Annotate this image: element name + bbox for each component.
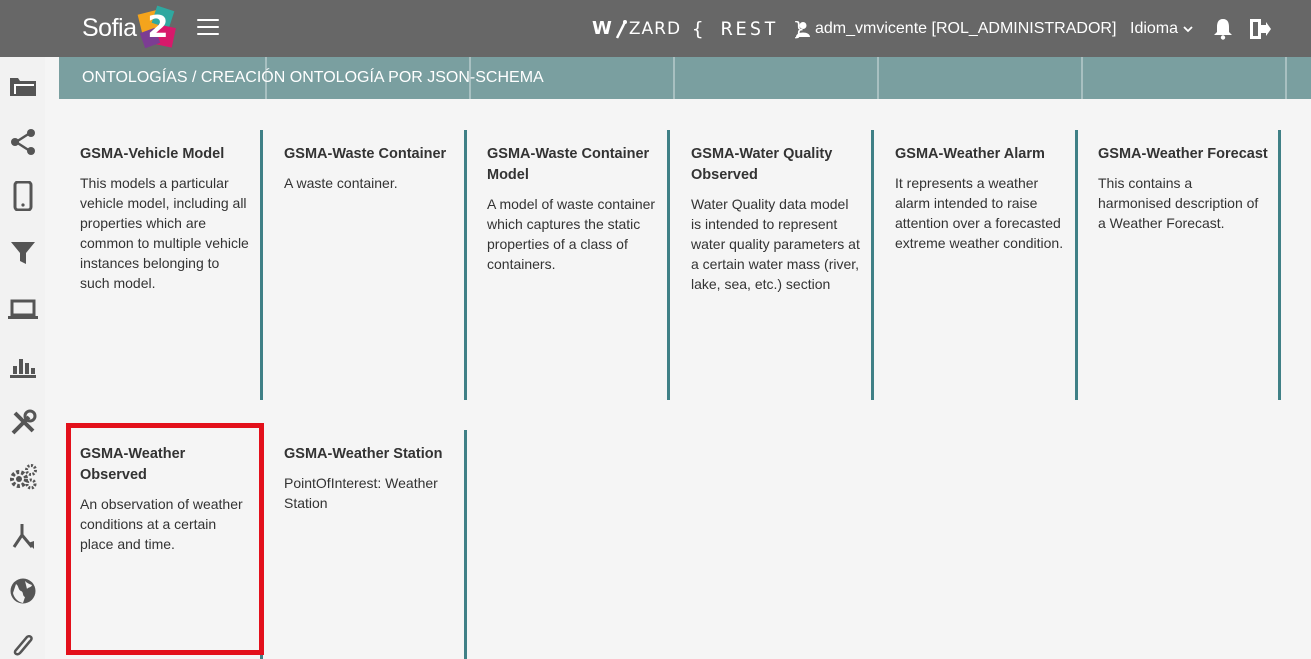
sidebar-item-settings[interactable] [8,462,38,492]
ontology-card[interactable]: GSMA-Water Quality Observed Water Qualit… [670,130,874,400]
card-description: PointOfInterest: Weather Station [284,475,438,511]
sidebar-item-charts[interactable] [8,351,38,381]
paperclip-icon [13,634,33,656]
card-title: GSMA-Vehicle Model [80,146,225,162]
card-description: This models a particular vehicle model, … [80,175,249,291]
sofia2-logo[interactable]: Sofia 2 [82,5,177,49]
wizard-link[interactable]: W ZARD [592,0,681,57]
sidebar-item-branch[interactable] [8,520,38,550]
share-icon [11,129,35,155]
sidebar [0,57,45,659]
sidebar-item-globe[interactable] [8,576,38,606]
card-title: GSMA-Weather Forecast [1098,146,1268,162]
header-divider [1285,57,1287,99]
header-divider [265,57,267,99]
ontology-card[interactable]: GSMA-Weather Alarm It represents a weath… [874,130,1078,400]
laptop-icon [8,299,38,319]
card-description: Water Quality data model is intended to … [691,196,860,292]
ontology-card[interactable]: GSMA-Waste Container A waste container. [263,130,467,400]
card-divider [1278,130,1281,400]
header-divider [469,57,471,99]
ontology-template-grid: GSMA-Vehicle Model This models a particu… [59,99,1311,659]
wand-icon [615,19,627,39]
logo-number: 2 [147,10,169,45]
card-divider [464,430,467,659]
sidebar-item-laptop[interactable] [8,295,38,325]
notifications-bell-icon[interactable] [1211,0,1235,57]
ontology-card[interactable]: GSMA-Waste Container Model A model of wa… [466,130,670,400]
logo-text: Sofia [82,13,137,42]
ontology-card[interactable]: GSMA-Vehicle Model This models a particu… [59,130,263,400]
ontology-card[interactable]: GSMA-Weather Station PointOfInterest: We… [263,430,467,659]
chevron-down-icon [1183,25,1193,32]
sidebar-item-folder[interactable] [8,71,38,101]
card-description: An observation of weather conditions at … [80,496,243,552]
branch-icon [12,524,34,549]
user-menu[interactable]: adm_vmvicente [ROL_ADMINISTRADOR] [795,0,1116,57]
card-title: GSMA-Waste Container [284,146,447,162]
card-title: GSMA-Weather Alarm [895,146,1045,162]
card-description: A model of waste container which capture… [487,196,656,272]
sidebar-item-mobile[interactable] [8,181,38,211]
sidebar-item-filter[interactable] [8,238,38,268]
ontology-card[interactable]: GSMA-Weather Forecast This contains a ha… [1077,130,1281,400]
card-description: It represents a weather alarm intended t… [895,175,1064,251]
card-description: A waste container. [284,175,398,191]
tools-icon [11,409,37,435]
globe-icon [10,578,36,604]
wizard-suffix: ZARD [628,18,682,39]
menu-toggle-icon[interactable] [197,19,219,37]
card-title: GSMA-Water Quality Observed [691,146,833,183]
card-description: This contains a harmonised description o… [1098,175,1259,231]
page-header: ONTOLOGÍAS / CREACIÓN ONTOLOGÍA POR JSON… [59,57,1311,99]
cogs-icon [10,464,37,490]
rest-link[interactable]: { REST } [692,0,808,57]
mobile-icon [13,181,33,211]
rest-label: { REST } [692,17,808,40]
wizard-prefix: W [592,18,613,39]
card-title: GSMA-Weather Station [284,446,443,462]
filter-icon [11,242,35,264]
user-label: adm_vmvicente [ROL_ADMINISTRADOR] [815,19,1117,37]
user-icon [796,21,810,37]
sidebar-item-attachments[interactable] [8,631,38,659]
top-navbar: Sofia 2 W ZARD { REST } adm_vmvicente [R… [0,0,1311,57]
sidebar-item-share[interactable] [8,127,38,157]
language-dropdown[interactable]: Idioma [1130,0,1194,57]
folder-icon [10,78,36,96]
page-title: ONTOLOGÍAS / CREACIÓN ONTOLOGÍA POR JSON… [82,69,544,86]
sidebar-item-tools[interactable] [8,408,38,438]
card-title: GSMA-Waste Container Model [487,146,650,183]
language-label: Idioma [1130,19,1179,37]
card-title: GSMA-Weather Observed [80,446,186,483]
logo-mark-icon: 2 [138,5,177,49]
header-divider [673,57,675,99]
ontology-card[interactable]: GSMA-Weather Observed An observation of … [59,430,263,659]
bar-chart-icon [10,359,36,378]
header-divider [877,57,879,99]
logout-icon[interactable] [1247,0,1271,57]
header-divider [1081,57,1083,99]
